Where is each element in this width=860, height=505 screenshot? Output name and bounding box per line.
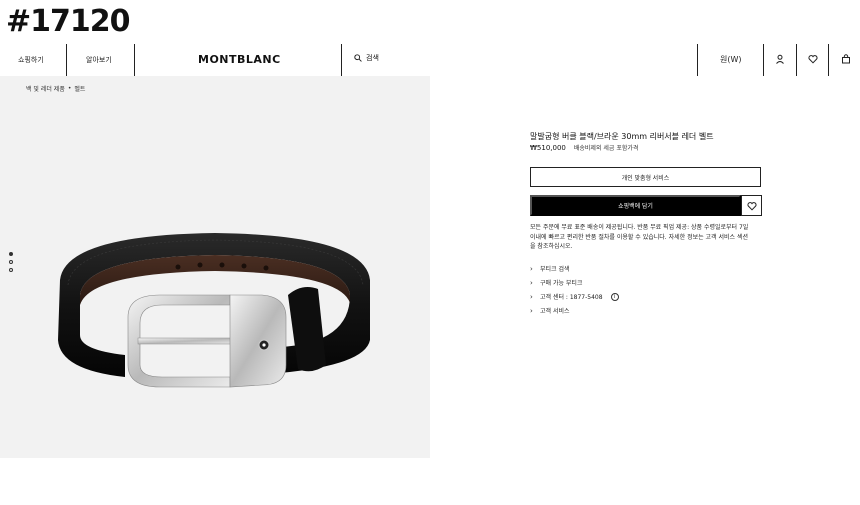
link-label: 고객 서비스 — [540, 308, 570, 315]
shipping-info: 모든 주문에 무료 표준 배송이 제공됩니다. 반품 무료 픽업 제공: 상품 … — [530, 224, 749, 250]
tax-note: 배송비제외 세금 포함가격 — [573, 145, 639, 152]
heart-icon — [746, 201, 757, 211]
currency-selector[interactable]: 원(W) — [720, 54, 742, 65]
gallery-dot[interactable] — [9, 268, 13, 272]
link-customer-center[interactable]: › 고객 센터 : 1877-5408 i — [530, 292, 619, 301]
nav-divider — [697, 44, 698, 76]
link-label: 부티크 검색 — [540, 266, 570, 273]
link-label: 구매 가능 부티크 — [540, 280, 583, 287]
breadcrumb-separator: • — [67, 85, 72, 92]
item-number: #17120 — [6, 4, 131, 39]
account-icon[interactable] — [775, 54, 785, 64]
nav-divider — [796, 44, 797, 76]
gallery-dot[interactable] — [9, 252, 13, 256]
add-to-cart-button[interactable]: 쇼핑백에 담기 — [530, 195, 741, 216]
search-icon — [354, 54, 362, 62]
gallery-pagination — [9, 252, 13, 272]
add-to-wishlist-button[interactable] — [741, 195, 762, 216]
chevron-right-icon: › — [530, 264, 533, 273]
breadcrumb-current: 벨트 — [74, 86, 86, 93]
chevron-right-icon: › — [530, 292, 533, 301]
product-title: 말발굽형 버클 블랙/브라운 30mm 리버서블 레더 벨트 — [530, 132, 714, 141]
gallery-dot[interactable] — [9, 260, 13, 264]
breadcrumb: 백 및 레더 제품 • 벨트 — [26, 84, 85, 93]
link-customer-service[interactable]: › 고객 서비스 — [530, 306, 619, 316]
nav-learn[interactable]: 알아보기 — [86, 55, 112, 65]
chevron-right-icon: › — [530, 278, 533, 287]
nav-divider — [66, 44, 67, 76]
link-boutique-search[interactable]: › 부티크 검색 — [530, 264, 619, 274]
shopping-bag-icon[interactable] — [841, 54, 851, 64]
nav-divider — [828, 44, 829, 76]
price-row: ₩510,000 배송비제외 세금 포함가격 — [530, 143, 638, 152]
nav-divider — [763, 44, 764, 76]
breadcrumb-parent[interactable]: 백 및 레더 제품 — [26, 84, 65, 93]
wishlist-icon[interactable] — [808, 54, 818, 64]
nav-shop[interactable]: 쇼핑하기 — [18, 55, 44, 65]
chevron-right-icon: › — [530, 306, 533, 315]
product-image — [58, 233, 370, 388]
search-button[interactable]: 검색 — [354, 53, 379, 63]
personalize-button[interactable]: 개인 맞춤형 서비스 — [530, 167, 761, 187]
product-price: ₩510,000 — [530, 144, 566, 152]
link-available-boutiques[interactable]: › 구매 가능 부티크 — [530, 278, 619, 288]
brand-logo[interactable]: MONTBLANC — [198, 53, 281, 66]
search-label: 검색 — [366, 54, 379, 62]
link-label: 고객 센터 : 1877-5408 — [540, 294, 603, 301]
nav-divider — [341, 44, 342, 76]
nav-divider — [134, 44, 135, 76]
service-links: › 부티크 검색 › 구매 가능 부티크 › 고객 센터 : 1877-5408… — [530, 264, 619, 315]
info-icon[interactable]: i — [610, 292, 619, 301]
